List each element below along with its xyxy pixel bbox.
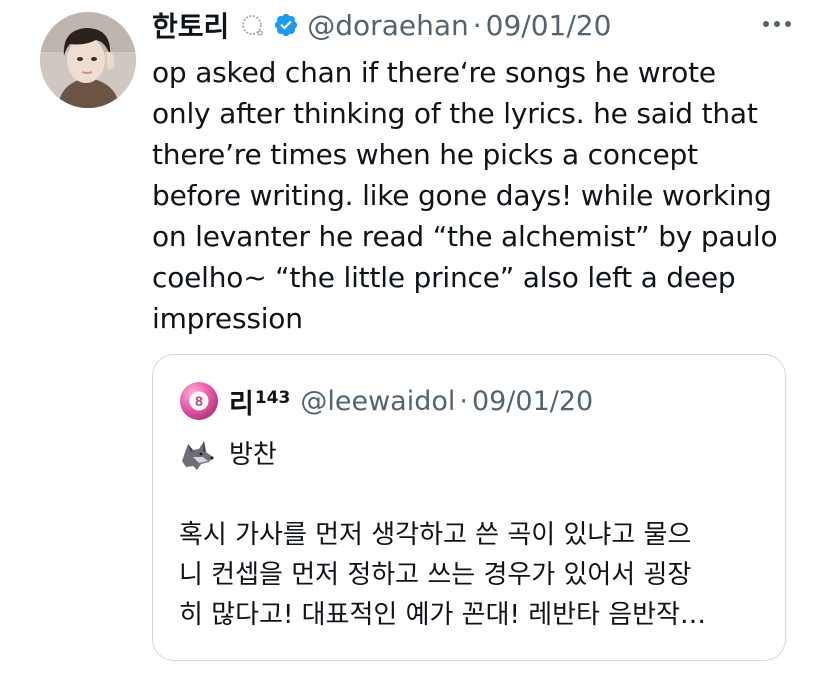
- handle[interactable]: @doraehan: [307, 9, 468, 42]
- wolf-icon: [179, 437, 215, 473]
- quoted-display-name-text: 리: [229, 388, 254, 420]
- quoted-first-line: 방찬: [179, 435, 769, 475]
- quoted-first-line-text: 방찬: [229, 440, 277, 470]
- quoted-display-name-sup: 143: [254, 387, 291, 408]
- quoted-body-text: 혹시 가사를 먼저 생각하고 쓴 곡이 있냐고 물으 니 컨셉을 먼저 정하고 …: [179, 520, 706, 630]
- quoted-handle[interactable]: @leewaidol: [300, 386, 455, 417]
- tweet: 한토리 @doraehan · 09/01/20 op asked chan i: [0, 0, 828, 679]
- display-name[interactable]: 한토리: [152, 5, 229, 45]
- separator-dot: ·: [472, 8, 482, 42]
- verified-badge-icon[interactable]: [273, 12, 299, 38]
- quoted-display-name[interactable]: 리143: [229, 382, 290, 421]
- quoted-tweet-text: 방찬 혹시 가사를 먼저 생각하고 쓴 곡이 있냐고 물으 니 컨셉을 먼저 정…: [179, 435, 769, 635]
- thought-balloon-icon: [239, 13, 265, 37]
- tweet-text: op asked chan if there‘re songs he wrote…: [152, 56, 778, 335]
- avatar-photo: [40, 12, 136, 108]
- quoted-separator-dot: ·: [459, 385, 468, 417]
- more-options-icon[interactable]: [760, 12, 794, 36]
- tweet-header: 한토리 @doraehan · 09/01/20: [152, 2, 611, 48]
- quoted-tweet-header: 8 리143 @leewaidol · 09/01/20: [179, 381, 593, 421]
- tweet-date[interactable]: 09/01/20: [486, 9, 612, 42]
- avatar[interactable]: [40, 12, 136, 108]
- quoted-tweet[interactable]: 8 리143 @leewaidol · 09/01/20 방찬 혹시 가사를 먼…: [152, 354, 786, 661]
- svg-text:8: 8: [195, 393, 203, 409]
- quoted-tweet-date[interactable]: 09/01/20: [472, 386, 593, 417]
- pool-eight-ball-icon[interactable]: 8: [179, 381, 219, 421]
